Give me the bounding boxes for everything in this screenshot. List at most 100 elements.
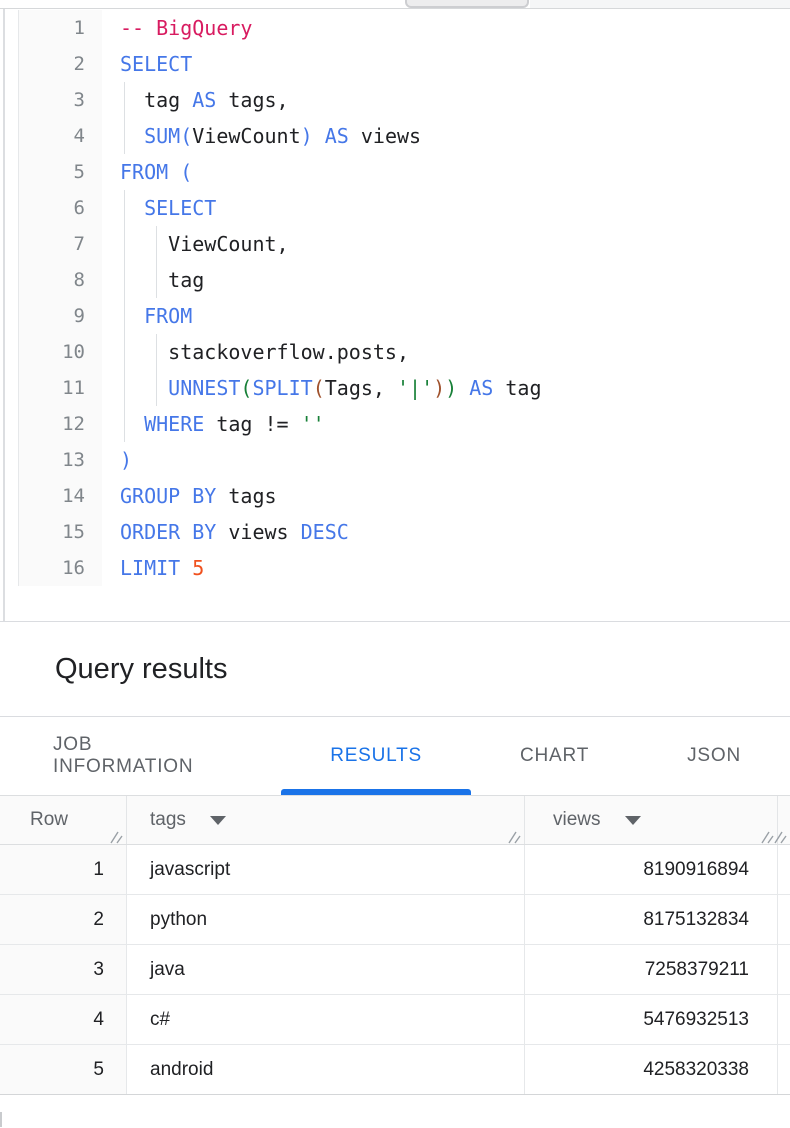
editor-line-11[interactable]: 11 UNNEST(SPLIT(Tags, '|')) AS tag: [0, 370, 790, 406]
tags-cell: java: [127, 945, 525, 994]
code-token: ): [433, 376, 445, 400]
code-token: WHERE: [144, 412, 204, 436]
column-resize-handle[interactable]: [773, 828, 787, 841]
editor-line-3[interactable]: 3 tag AS tags,: [0, 82, 790, 118]
indent-guide: [124, 370, 125, 406]
sql-editor[interactable]: 1-- BigQuery2SELECT3 tag AS tags,4 SUM(V…: [0, 9, 790, 622]
line-number: 13: [18, 442, 102, 478]
tab-job-information[interactable]: JOB INFORMATION: [4, 717, 281, 795]
indent-guide: [156, 262, 157, 298]
editor-line-2[interactable]: 2SELECT: [0, 46, 790, 82]
editor-line-7[interactable]: 7 ViewCount,: [0, 226, 790, 262]
dropdown-arrow-icon[interactable]: [210, 816, 226, 825]
code-token: GROUP BY: [120, 484, 216, 508]
indent-guide: [124, 262, 125, 298]
code-text: ViewCount,: [102, 226, 790, 262]
table-row: 1javascript8190916894: [0, 845, 790, 895]
editor-line-10[interactable]: 10 stackoverflow.posts,: [0, 334, 790, 370]
column-resize-handle[interactable]: [760, 828, 774, 841]
editor-line-5[interactable]: 5FROM (: [0, 154, 790, 190]
code-token: (: [180, 124, 192, 148]
row-number-cell: 3: [0, 945, 127, 994]
editor-line-1[interactable]: 1-- BigQuery: [0, 10, 790, 46]
views-cell: 4258320338: [525, 1045, 778, 1094]
code-text: GROUP BY tags: [102, 478, 790, 514]
indent-guide: [156, 226, 157, 262]
code-text: SELECT: [102, 46, 790, 82]
tab-results[interactable]: RESULTS: [281, 717, 471, 795]
code-token: ViewCount: [192, 124, 300, 148]
column-header-tags[interactable]: tags: [127, 796, 525, 844]
table-header-row: Row tagsviews: [0, 795, 790, 845]
table-row: 5android4258320338: [0, 1045, 790, 1095]
line-number: 2: [18, 46, 102, 82]
tags-cell: python: [127, 895, 525, 944]
editor-line-13[interactable]: 13): [0, 442, 790, 478]
code-text: ORDER BY views DESC: [102, 514, 790, 550]
column-header-views[interactable]: views: [525, 796, 778, 844]
editor-line-16[interactable]: 16LIMIT 5: [0, 550, 790, 586]
views-cell: 7258379211: [525, 945, 778, 994]
code-text: LIMIT 5: [102, 550, 790, 586]
editor-line-8[interactable]: 8 tag: [0, 262, 790, 298]
code-token: tag: [120, 88, 192, 112]
row-number-cell: 1: [0, 845, 127, 894]
indent-guide: [124, 190, 125, 226]
dropdown-arrow-icon[interactable]: [625, 816, 641, 825]
views-cell: 5476932513: [525, 995, 778, 1044]
code-text: SUM(ViewCount) AS views: [102, 118, 790, 154]
line-number: 5: [18, 154, 102, 190]
toolbar-bottom-strip: [0, 0, 790, 9]
editor-line-6[interactable]: 6 SELECT: [0, 190, 790, 226]
line-number: 3: [18, 82, 102, 118]
code-token: FROM: [120, 160, 168, 184]
code-token: [120, 376, 168, 400]
extra-cell: [778, 1045, 790, 1094]
editor-line-14[interactable]: 14GROUP BY tags: [0, 478, 790, 514]
code-token: tag: [120, 268, 204, 292]
code-token: tags,: [216, 88, 288, 112]
code-text: SELECT: [102, 190, 790, 226]
code-token: SUM: [144, 124, 180, 148]
table-row: 2python8175132834: [0, 895, 790, 945]
page-title: Query results: [55, 653, 227, 685]
code-token: ): [445, 376, 457, 400]
line-number: 16: [18, 550, 102, 586]
code-token: LIMIT: [120, 556, 180, 580]
code-token: (: [240, 376, 252, 400]
line-number: 9: [18, 298, 102, 334]
extra-cell: [778, 945, 790, 994]
code-token: AS: [325, 124, 349, 148]
tab-chart[interactable]: CHART: [471, 717, 638, 795]
editor-line-15[interactable]: 15ORDER BY views DESC: [0, 514, 790, 550]
code-token: '|': [397, 376, 433, 400]
row-number-cell: 2: [0, 895, 127, 944]
column-header-row[interactable]: Row: [0, 796, 127, 844]
line-number: 8: [18, 262, 102, 298]
code-token: UNNEST: [168, 376, 240, 400]
views-cell: 8190916894: [525, 845, 778, 894]
code-text: tag AS tags,: [102, 82, 790, 118]
editor-line-9[interactable]: 9 FROM: [0, 298, 790, 334]
tab-json[interactable]: JSON: [638, 717, 790, 795]
scrollbar-thumb[interactable]: [405, 0, 529, 8]
code-token: stackoverflow.posts,: [120, 340, 409, 364]
editor-line-4[interactable]: 4 SUM(ViewCount) AS views: [0, 118, 790, 154]
line-number: 1: [18, 10, 102, 46]
code-token: [180, 556, 192, 580]
line-number: 4: [18, 118, 102, 154]
code-token: SPLIT: [252, 376, 312, 400]
column-header-extra: [778, 796, 790, 844]
column-resize-handle[interactable]: [507, 828, 521, 841]
code-token: [313, 124, 325, 148]
column-resize-handle[interactable]: [109, 828, 123, 841]
indent-guide: [156, 334, 157, 370]
editor-line-12[interactable]: 12 WHERE tag != '': [0, 406, 790, 442]
indent-guide: [124, 406, 125, 442]
column-header-label: Row: [30, 809, 68, 831]
table-body: 1javascript81909168942python81751328343j…: [0, 845, 790, 1095]
code-token: Tags,: [325, 376, 397, 400]
line-number: 14: [18, 478, 102, 514]
code-token: views: [216, 520, 300, 544]
code-token: AS: [469, 376, 493, 400]
